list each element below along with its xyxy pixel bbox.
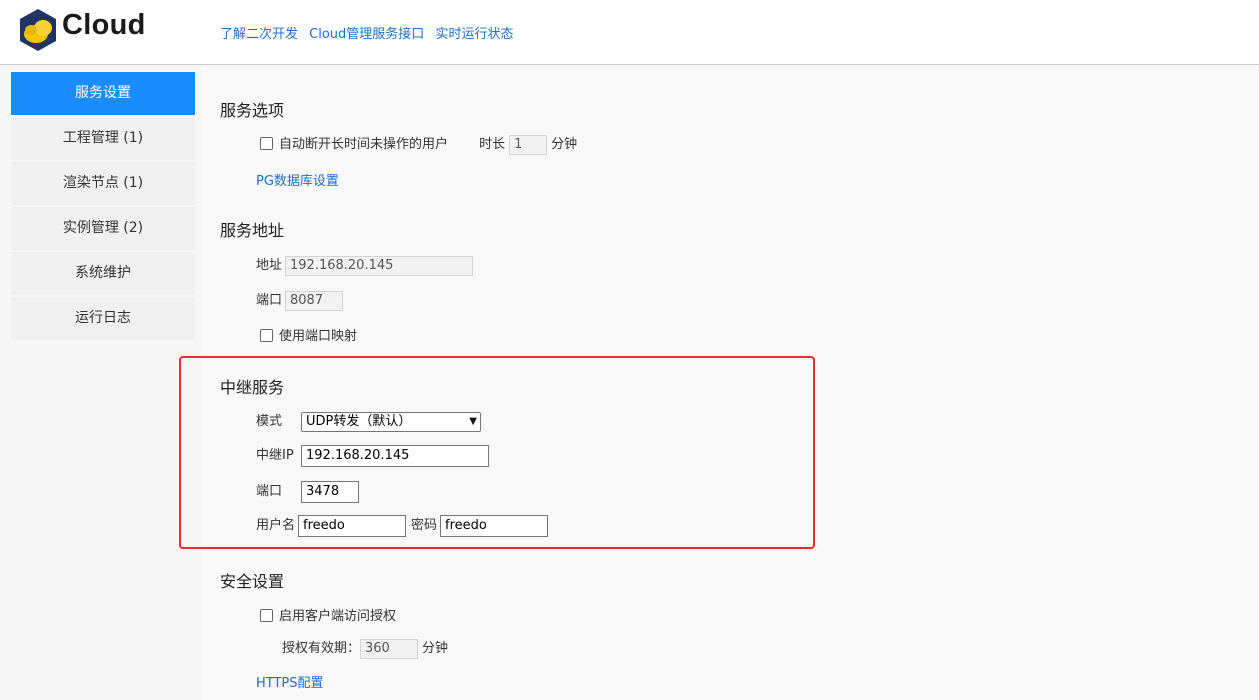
relay-service-title: 中继服务 (220, 378, 285, 397)
relay-ip-label: 中继IP (256, 448, 294, 463)
relay-port-label: 端口 (256, 484, 283, 499)
port-mapping-label: 使用端口映射 (279, 329, 358, 344)
auto-disconnect-label: 自动断开长时间未操作的用户 (279, 137, 449, 152)
settings-panel: 服务选项 自动断开长时间未操作的用户 时长分钟 PG数据库设置 服务地址 地址 … (201, 65, 1259, 700)
sidebar: 服务设置 工程管理 (1) 渲染节点 (1) 实例管理 (2) 系统维护 运行日… (11, 72, 195, 342)
duration-input[interactable] (509, 134, 548, 155)
service-options-title: 服务选项 (220, 101, 285, 120)
relay-port-row: 端口 (256, 480, 359, 503)
sidebar-item-project-management[interactable]: 工程管理 (1) (11, 117, 195, 160)
address-input[interactable] (285, 255, 474, 276)
cloud-logo-icon (20, 9, 56, 51)
relay-port-input[interactable] (301, 480, 359, 503)
port-label: 端口 (256, 293, 283, 308)
port-row: 端口 (256, 289, 344, 311)
https-config-link[interactable]: HTTPS配置 (256, 676, 324, 691)
password-input[interactable] (440, 514, 549, 537)
sidebar-item-service-settings[interactable]: 服务设置 (11, 72, 195, 115)
dev-docs-link[interactable]: 了解二次开发 (220, 23, 298, 42)
pg-database-settings-link[interactable]: PG数据库设置 (256, 174, 339, 189)
client-auth-checkbox[interactable] (260, 609, 273, 622)
password-label: 密码 (411, 518, 438, 533)
top-header: Cloud 了解二次开发 Cloud管理服务接口 实时运行状态 (0, 0, 1259, 65)
address-label: 地址 (256, 258, 283, 273)
mode-select-value: UDP转发（默认） (306, 413, 412, 429)
sidebar-item-instance-management[interactable]: 实例管理 (2) (11, 207, 195, 250)
sidebar-item-run-log[interactable]: 运行日志 (11, 297, 195, 340)
page-body: 服务设置 工程管理 (1) 渲染节点 (1) 实例管理 (2) 系统维护 运行日… (0, 65, 1259, 700)
sidebar-item-render-nodes[interactable]: 渲染节点 (1) (11, 162, 195, 205)
credentials-row: 用户名 密码 (256, 514, 549, 537)
relay-ip-row: 中继IP (256, 444, 489, 467)
address-row: 地址 (256, 254, 474, 276)
https-row: HTTPS配置 (256, 672, 324, 691)
auth-validity-unit: 分钟 (422, 641, 449, 656)
mode-label: 模式 (256, 414, 283, 429)
security-settings-title: 安全设置 (220, 572, 285, 591)
port-mapping-checkbox[interactable] (260, 329, 273, 342)
username-input[interactable] (298, 514, 407, 537)
auto-disconnect-checkbox[interactable] (260, 137, 273, 150)
pg-database-row: PG数据库设置 (256, 170, 339, 189)
auto-disconnect-row: 自动断开长时间未操作的用户 时长 分钟 (260, 133, 577, 155)
sidebar-item-system-maintenance[interactable]: 系统维护 (11, 252, 195, 295)
auth-validity-input[interactable] (360, 638, 419, 659)
app-title: Cloud (62, 9, 146, 41)
management-api-link[interactable]: Cloud管理服务接口 (309, 23, 424, 42)
service-address-title: 服务地址 (220, 221, 285, 240)
mode-select[interactable]: UDP转发（默认） ▼ (301, 411, 481, 432)
port-input[interactable] (285, 290, 344, 311)
mode-row: 模式 UDP转发（默认） ▼ (256, 410, 481, 432)
username-label: 用户名 (256, 518, 296, 533)
client-auth-label: 启用客户端访问授权 (279, 609, 397, 624)
chevron-down-icon: ▼ (469, 415, 477, 427)
duration-unit: 分钟 (551, 137, 578, 152)
auth-validity-row: 授权有效期： 分钟 (282, 637, 448, 659)
client-auth-row: 启用客户端访问授权 (260, 605, 396, 624)
port-mapping-row: 使用端口映射 (260, 325, 357, 344)
top-nav: 了解二次开发 Cloud管理服务接口 实时运行状态 (220, 23, 520, 42)
relay-ip-input[interactable] (301, 444, 489, 467)
duration-label: 时长 (479, 137, 506, 152)
runtime-status-link[interactable]: 实时运行状态 (435, 23, 513, 42)
auth-validity-label: 授权有效期： (282, 641, 361, 656)
